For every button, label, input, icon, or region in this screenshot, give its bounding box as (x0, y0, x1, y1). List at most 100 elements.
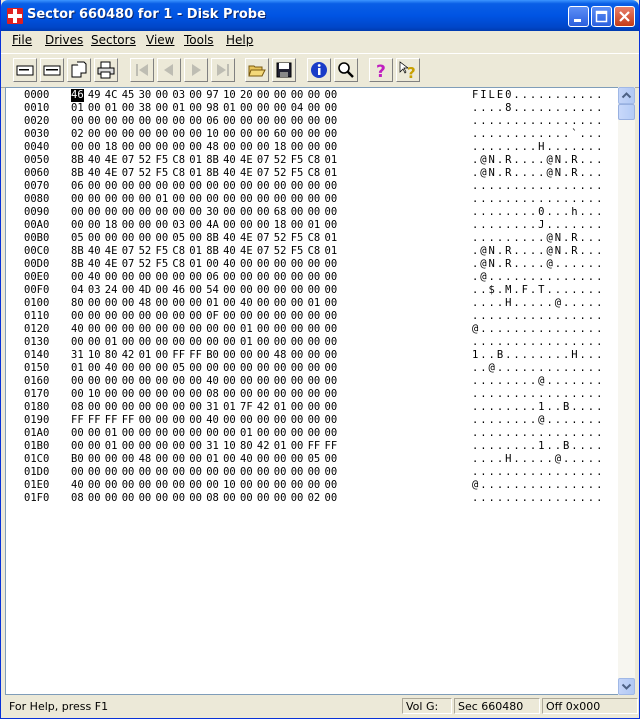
hex-byte[interactable]: 00 (105, 297, 118, 310)
hex-byte[interactable]: 03 (172, 219, 185, 232)
hex-byte[interactable]: 30 (206, 206, 219, 219)
hex-byte[interactable]: 00 (291, 128, 304, 141)
hex-byte[interactable]: 80 (240, 440, 253, 453)
hex-byte[interactable]: 00 (257, 453, 270, 466)
menu-view[interactable]: View (146, 33, 174, 47)
hex-byte[interactable]: 01 (71, 362, 84, 375)
hex-byte[interactable]: 00 (139, 401, 152, 414)
hex-byte[interactable]: 00 (223, 115, 236, 128)
first-sector-button[interactable] (130, 58, 154, 82)
hex-byte[interactable]: 00 (206, 362, 219, 375)
hex-byte[interactable]: 00 (240, 258, 253, 271)
hex-byte[interactable]: 00 (257, 89, 270, 102)
hex-byte[interactable]: 00 (122, 375, 135, 388)
hex-byte[interactable]: 8B (71, 154, 84, 167)
hex-byte[interactable]: 00 (291, 141, 304, 154)
hex-byte[interactable]: 00 (105, 323, 118, 336)
hex-byte[interactable]: 00 (257, 479, 270, 492)
hex-byte[interactable]: 00 (274, 284, 287, 297)
hex-byte[interactable]: 00 (240, 284, 253, 297)
hex-byte[interactable]: 00 (274, 271, 287, 284)
hex-byte[interactable]: 00 (189, 388, 202, 401)
hex-byte[interactable]: 10 (88, 349, 101, 362)
ascii-text[interactable]: @............... (472, 323, 604, 336)
hex-byte[interactable]: 00 (257, 466, 270, 479)
hex-byte[interactable]: 00 (139, 414, 152, 427)
ascii-text[interactable]: .@N.R....@N.R... (472, 167, 604, 180)
hex-byte[interactable]: 00 (291, 180, 304, 193)
hex-byte[interactable]: 00 (223, 297, 236, 310)
hex-byte[interactable]: 00 (291, 258, 304, 271)
hex-byte[interactable]: 46 (172, 284, 185, 297)
hex-byte[interactable]: 00 (139, 128, 152, 141)
hex-byte[interactable]: 00 (139, 323, 152, 336)
hex-byte[interactable]: 00 (291, 323, 304, 336)
ascii-text[interactable]: ........@....... (472, 375, 604, 388)
hex-byte[interactable]: 10 (88, 388, 101, 401)
hex-byte[interactable]: 00 (189, 310, 202, 323)
hex-byte[interactable]: 00 (105, 479, 118, 492)
hex-byte[interactable]: 00 (206, 180, 219, 193)
hex-byte[interactable]: 00 (274, 336, 287, 349)
hex-byte[interactable]: 00 (223, 310, 236, 323)
hex-byte[interactable]: 00 (105, 310, 118, 323)
hex-byte[interactable]: 07 (257, 245, 270, 258)
hex-byte[interactable]: 00 (274, 466, 287, 479)
hex-byte[interactable]: 00 (257, 297, 270, 310)
hex-byte[interactable]: 07 (122, 154, 135, 167)
hex-byte[interactable]: 01 (172, 102, 185, 115)
hex-byte[interactable]: 00 (240, 466, 253, 479)
hex-byte[interactable]: 00 (308, 362, 321, 375)
hex-byte[interactable]: 00 (189, 440, 202, 453)
hex-byte[interactable]: 00 (172, 206, 185, 219)
hex-byte[interactable]: 00 (257, 141, 270, 154)
hex-byte[interactable]: 00 (223, 323, 236, 336)
hex-byte[interactable]: 00 (223, 427, 236, 440)
hex-byte[interactable]: 00 (88, 297, 101, 310)
hex-byte[interactable]: 00 (240, 206, 253, 219)
hex-byte[interactable]: 8B (206, 154, 219, 167)
hex-byte[interactable]: 00 (71, 388, 84, 401)
hex-byte[interactable]: 00 (325, 453, 338, 466)
hex-byte[interactable]: 00 (122, 401, 135, 414)
hex-byte[interactable]: 00 (189, 206, 202, 219)
hex-byte[interactable]: 00 (291, 479, 304, 492)
hex-byte[interactable]: 03 (172, 89, 185, 102)
hex-byte[interactable]: 40 (88, 245, 101, 258)
hex-byte[interactable]: 00 (257, 102, 270, 115)
hex-byte[interactable]: 00 (88, 453, 101, 466)
hex-byte[interactable]: 00 (139, 271, 152, 284)
hex-byte[interactable]: 00 (223, 375, 236, 388)
ascii-text[interactable]: ........J....... (472, 219, 604, 232)
hex-byte[interactable]: 00 (325, 349, 338, 362)
hex-byte[interactable]: C8 (172, 167, 185, 180)
hex-byte[interactable]: 00 (156, 479, 169, 492)
ascii-text[interactable]: ................ (472, 388, 604, 401)
hex-byte[interactable]: 01 (308, 297, 321, 310)
hex-byte[interactable]: 00 (105, 492, 118, 505)
hex-byte[interactable]: 00 (308, 284, 321, 297)
hex-byte[interactable]: 00 (223, 453, 236, 466)
hex-byte[interactable]: 00 (122, 141, 135, 154)
hex-byte[interactable]: 08 (206, 492, 219, 505)
hex-byte[interactable]: 07 (122, 245, 135, 258)
hex-byte[interactable]: 00 (257, 193, 270, 206)
hex-byte[interactable]: 8B (206, 232, 219, 245)
hex-byte[interactable]: 00 (139, 219, 152, 232)
hex-byte[interactable]: 38 (139, 102, 152, 115)
hex-row[interactable]: 01D0 00 00 00 00 00 00 00 00 00 00 00 00 00 00 00 00....… (6, 466, 606, 479)
drive-properties-button[interactable] (13, 58, 37, 82)
ascii-text[interactable]: ................ (472, 193, 604, 206)
hex-byte[interactable]: 00 (240, 310, 253, 323)
hex-byte[interactable]: 00 (325, 219, 338, 232)
hex-byte[interactable]: 00 (291, 310, 304, 323)
hex-byte[interactable]: 52 (139, 154, 152, 167)
hex-byte[interactable]: 00 (291, 440, 304, 453)
hex-byte[interactable]: 00 (189, 466, 202, 479)
hex-byte[interactable]: 00 (105, 466, 118, 479)
hex-byte[interactable]: 06 (206, 271, 219, 284)
hex-byte[interactable]: 00 (139, 388, 152, 401)
hex-byte[interactable]: 00 (257, 375, 270, 388)
hex-row[interactable]: 0030 02 00 00 00 00 00 00 00 10 00 00 00 60 00 00 00....… (6, 128, 606, 141)
hex-byte[interactable]: 00 (156, 414, 169, 427)
